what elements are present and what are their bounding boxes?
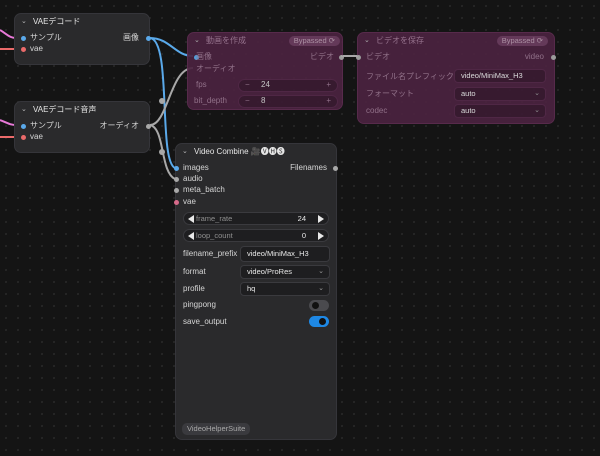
chevron-down-icon[interactable]: ⌄ [21,14,27,30]
frame-rate-label: frame_rate [196,214,233,223]
chevron-down-icon: ⌄ [534,90,540,97]
fps-label: fps [196,80,207,89]
format-label: フォーマット [366,89,414,98]
filename-prefix-value: video/MiniMax_H3 [247,249,309,258]
frame-rate-slider[interactable]: frame_rate 24 [183,212,329,225]
format-value: video/ProRes [247,267,293,276]
bypassed-badge[interactable]: Bypassed ⟳ [288,36,340,46]
arrow-left-icon[interactable] [188,232,194,240]
input-label-meta-batch: meta_batch [183,185,225,194]
chevron-down-icon[interactable]: ⌄ [364,33,370,49]
loop-count-slider[interactable]: loop_count 0 [183,229,329,242]
node-title-text: VAEデコード [33,17,81,26]
format-label: format [183,267,206,276]
output-socket[interactable] [339,55,344,60]
increment-icon[interactable]: + [326,95,331,107]
filename-prefix-input[interactable]: video/MiniMax_H3 [240,246,330,262]
input-label-audio: オーディオ [196,64,236,73]
codec-select[interactable]: auto ⌄ [454,104,546,118]
format-select[interactable]: auto ⌄ [454,87,546,101]
output-socket[interactable] [551,55,556,60]
arrow-right-icon[interactable] [318,232,324,240]
reroute-dot [159,149,165,155]
input-label-vae: vae [30,44,43,53]
input-label-video: ビデオ [366,52,390,61]
output-socket[interactable] [146,36,151,41]
output-socket[interactable] [333,166,338,171]
vae-decode-node[interactable]: ⌄ VAEデコード サンプル vae 画像 [14,13,151,65]
bypassed-badge[interactable]: Bypassed ⟳ [496,36,548,46]
output-label-video: video [524,52,544,61]
video-combine-node[interactable]: ⌄ Video Combine 🎥🅥🅗🅢 images audio meta_b… [174,143,338,440]
input-socket[interactable] [174,177,179,182]
input-socket[interactable] [21,47,26,52]
decrement-icon[interactable]: − [245,79,250,91]
loop-count-label: loop_count [196,231,233,240]
codec-label: codec [366,106,388,115]
output-label-audio: オーディオ [99,121,139,130]
create-video-node[interactable]: ⌄ 動画を作成 Bypassed ⟳ 画像 オーディオ ビデオ fps − 24… [187,32,344,110]
chevron-down-icon[interactable]: ⌄ [182,144,188,160]
increment-icon[interactable]: + [326,79,331,91]
chevron-down-icon[interactable]: ⌄ [194,33,200,49]
filename-prefix-value: video/MiniMax_H3 [461,71,523,80]
toggle-knob [319,318,326,325]
node-title[interactable]: ⌄ VAEデコード音声 [15,102,149,118]
codec-value: auto [461,106,476,115]
node-title-text: ビデオを保存 [376,36,424,45]
vae-decode-audio-node[interactable]: ⌄ VAEデコード音声 サンプル vae オーディオ [14,101,151,153]
pingpong-label: pingpong [183,300,216,309]
filename-prefix-input[interactable]: video/MiniMax_H3 [454,69,546,83]
fps-value: 24 [261,80,270,89]
input-socket[interactable] [174,188,179,193]
save-output-label: save_output [183,317,227,326]
profile-label: profile [183,284,205,293]
input-socket[interactable] [174,200,179,205]
frame-rate-value: 24 [297,214,306,223]
input-socket[interactable] [21,135,26,140]
format-value: auto [461,89,476,98]
node-title-text: Video Combine 🎥🅥🅗🅢 [194,147,285,156]
node-source-tag: VideoHelperSuite [182,423,251,435]
node-title[interactable]: ⌄ VAEデコード [15,14,149,30]
node-title-text: VAEデコード音声 [33,105,97,114]
chevron-down-icon: ⌄ [534,107,540,114]
profile-value: hq [247,284,256,293]
output-label-image: 画像 [123,33,139,42]
node-title-text: 動画を作成 [206,36,246,45]
filename-prefix-label: filename_prefix [183,249,238,258]
bit-depth-value: 8 [261,96,266,105]
chevron-down-icon[interactable]: ⌄ [21,102,27,118]
arrow-left-icon[interactable] [188,215,194,223]
output-label-video: ビデオ [310,52,334,61]
input-label-vae: vae [30,132,43,141]
decrement-icon[interactable]: − [245,95,250,107]
chevron-down-icon: ⌄ [318,285,324,292]
input-socket[interactable] [356,55,361,60]
loop-count-value: 0 [301,231,306,240]
fps-stepper[interactable]: − 24 + [238,79,338,92]
input-label-images: 画像 [196,52,212,61]
output-socket[interactable] [146,124,151,129]
node-title[interactable]: ⌄ Video Combine 🎥🅥🅗🅢 [176,144,336,160]
toggle-knob [312,302,319,309]
filename-prefix-label: ファイル名プレフィックス [366,72,462,81]
input-socket[interactable] [21,36,26,41]
save-video-node[interactable]: ⌄ ビデオを保存 Bypassed ⟳ ビデオ video ファイル名プレフィッ… [356,32,556,124]
pingpong-toggle[interactable] [309,300,329,311]
input-label-vae: vae [183,197,196,206]
output-label-filenames: Filenames [290,163,327,172]
input-socket[interactable] [174,166,179,171]
profile-select[interactable]: hq ⌄ [240,282,330,296]
input-socket[interactable] [21,124,26,129]
format-select[interactable]: video/ProRes ⌄ [240,265,330,279]
reroute-dot [159,98,165,104]
arrow-right-icon[interactable] [318,215,324,223]
bit-depth-label: bit_depth [194,96,227,105]
bit-depth-stepper[interactable]: − 8 + [238,95,338,108]
chevron-down-icon: ⌄ [318,268,324,275]
save-output-toggle[interactable] [309,316,329,327]
